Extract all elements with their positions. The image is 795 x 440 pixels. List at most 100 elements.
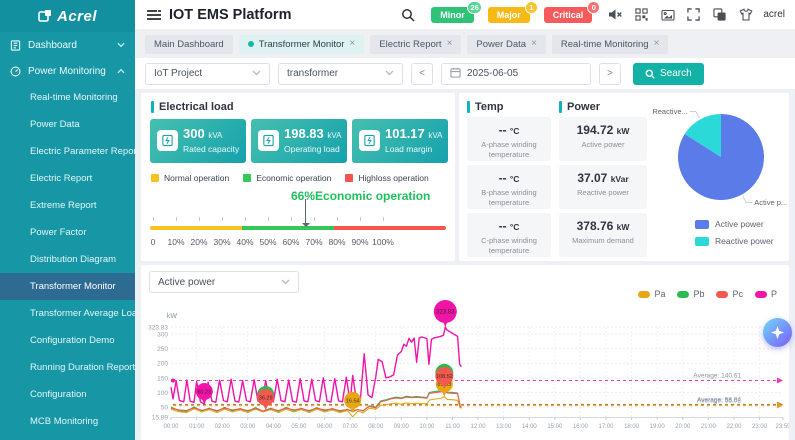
electrical-load-title: Electrical load [159, 101, 234, 113]
legend-swatch [345, 174, 353, 182]
chevron-up-icon [117, 68, 125, 74]
economic-operation-annotation: 66%Economic operation [291, 189, 430, 203]
sidebar-item-transformer-average-loa-[interactable]: Transformer Average Loa... [0, 300, 135, 327]
alarm-badge-minor[interactable]: Minor26 [431, 7, 474, 23]
device-select-value: transformer [287, 68, 338, 79]
alarm-badge-label: Minor [440, 10, 465, 20]
sidebar-item-electric-parameter-report[interactable]: Electric Parameter Report [0, 138, 135, 165]
sidebar-item-electric-report[interactable]: Electric Report [0, 165, 135, 192]
date-input[interactable]: 2025-06-05 [441, 63, 591, 85]
tab-close-icon[interactable]: × [349, 39, 355, 49]
metric-select[interactable]: Active power [149, 271, 299, 293]
sidebar-item-distribution-diagram[interactable]: Distribution Diagram [0, 246, 135, 273]
x-tick-label: 23:55 [775, 424, 789, 430]
pie-legend-label: Active power [715, 219, 764, 229]
tab-close-icon[interactable]: × [531, 39, 537, 49]
x-tick-label: 23:00 [752, 424, 768, 430]
tab-label: Main Dashboard [154, 39, 224, 50]
date-prev-button[interactable]: < [411, 63, 433, 85]
project-select-value: IoT Project [154, 68, 202, 79]
username[interactable]: acrel [763, 9, 785, 20]
sidebar-item-running-duration-report[interactable]: Running Duration Report [0, 354, 135, 381]
x-tick-label: 06:00 [317, 424, 333, 430]
sidebar-item-configuration-demo[interactable]: Configuration Demo [0, 327, 135, 354]
power-pie-chart: Reactive...Active p... [649, 99, 789, 217]
active-tab-dot [248, 41, 254, 47]
tab-transformer-monitor[interactable]: Transformer Monitor× [239, 35, 365, 54]
sidebar-item-label: Electric Report [30, 173, 92, 184]
sparkle-icon [770, 325, 785, 340]
gauge-tick-label: 0 [151, 237, 156, 247]
legend-label: Economic operation [256, 173, 331, 183]
tab-close-icon[interactable]: × [447, 39, 453, 49]
sidebar-item-configuration[interactable]: Configuration [0, 381, 135, 408]
x-tick-label: 07:00 [343, 424, 359, 430]
sidebar-item-label: Electric Parameter Report [30, 146, 139, 157]
tab-power-data[interactable]: Power Data× [467, 35, 545, 54]
project-select[interactable]: IoT Project [145, 63, 270, 85]
x-tick-label: 04:00 [266, 424, 282, 430]
y-tick-label: 200 [157, 361, 168, 368]
power-line-chart: kW15.8950100150200250300323.8300:0001:00… [141, 293, 789, 440]
sidebar-item-power-factor[interactable]: Power Factor [0, 219, 135, 246]
x-tick-label: 10:00 [419, 424, 435, 430]
sidebar-item-power-data[interactable]: Power Data [0, 111, 135, 138]
skin-icon[interactable] [738, 7, 753, 22]
power-card: 37.07 kVarReactive power [559, 165, 647, 209]
menu-collapse-icon[interactable] [147, 10, 161, 20]
gauge-tick-label: 70% [305, 237, 322, 247]
device-select[interactable]: transformer [278, 63, 403, 85]
brand-logo: Acrel [0, 0, 135, 32]
theme-icon[interactable] [712, 7, 727, 22]
screenshot-icon[interactable] [660, 7, 675, 22]
x-tick-label: 09:00 [394, 424, 410, 430]
ai-assistant-button[interactable] [763, 318, 792, 347]
search-icon[interactable] [400, 7, 415, 22]
legend-normal-operation: Normal operation [151, 173, 229, 183]
tab-real-time-monitoring[interactable]: Real-time Monitoring× [552, 35, 669, 54]
temp-value: -- °C [467, 171, 551, 185]
temp-label: B-phase winding temperature [467, 188, 551, 208]
temp-label: C-phase winding temperature [467, 236, 551, 256]
brand-logo-text: Acrel [57, 8, 97, 25]
y-tick-label: 15.89 [152, 415, 169, 422]
x-tick-label: 20:00 [675, 424, 691, 430]
power-card: 194.72 kWActive power [559, 117, 647, 161]
chevron-down-icon [385, 68, 394, 79]
gauge-tick [199, 217, 200, 221]
sidebar-item-mcb-monitoring[interactable]: MCB Monitoring [0, 408, 135, 435]
date-next-button[interactable]: > [599, 63, 621, 85]
pie-legend-reactive-power[interactable]: Reactive power [695, 236, 774, 246]
sidebar-item-dashboard[interactable]: Dashboard [0, 32, 135, 58]
sidebar-item-transformer-monitor[interactable]: Transformer Monitor [0, 273, 135, 300]
fullscreen-icon[interactable] [686, 7, 701, 22]
sidebar-item-extreme-report[interactable]: Extreme Report [0, 192, 135, 219]
sidebar-item-real-time-monitoring[interactable]: Real-time Monitoring [0, 84, 135, 111]
gauge-pointer [305, 199, 307, 223]
y-tick-label: 323.83 [148, 325, 168, 332]
gauge-tick-label: 50% [259, 237, 276, 247]
gauge-tick [337, 217, 338, 221]
x-tick-label: 13:00 [496, 424, 512, 430]
tab-close-icon[interactable]: × [654, 39, 660, 49]
app-root: Acrel Dashboard Power Monitoring Real-time… [0, 0, 795, 440]
pie-legend-active-power[interactable]: Active power [695, 219, 774, 229]
sidebar: Acrel Dashboard Power Monitoring Real-time… [0, 0, 135, 440]
alarm-badge-critical[interactable]: Critical0 [544, 7, 593, 23]
power-label: Maximum demand [559, 236, 647, 246]
sidebar-item-label: Configuration Demo [30, 335, 115, 346]
search-button[interactable]: Search [633, 63, 704, 85]
alarm-badge-major[interactable]: Major1 [488, 7, 530, 23]
sidebar-item-label: Power Monitoring [28, 66, 106, 77]
qr-code-icon[interactable] [634, 7, 649, 22]
electrical-load-header: Electrical load [151, 101, 234, 113]
gauge-tick-label: 20% [190, 237, 207, 247]
sidebar-item-power-monitoring[interactable]: Power Monitoring [0, 58, 135, 84]
marker-pin-label: 60.23 [197, 390, 211, 396]
x-tick-label: 16:00 [573, 424, 589, 430]
tab-main-dashboard[interactable]: Main Dashboard [145, 35, 233, 54]
pie-callout-active: Active p... [754, 198, 787, 207]
gauge-segment [334, 226, 446, 230]
mute-icon[interactable] [608, 7, 623, 22]
tab-electric-report[interactable]: Electric Report× [370, 35, 461, 54]
